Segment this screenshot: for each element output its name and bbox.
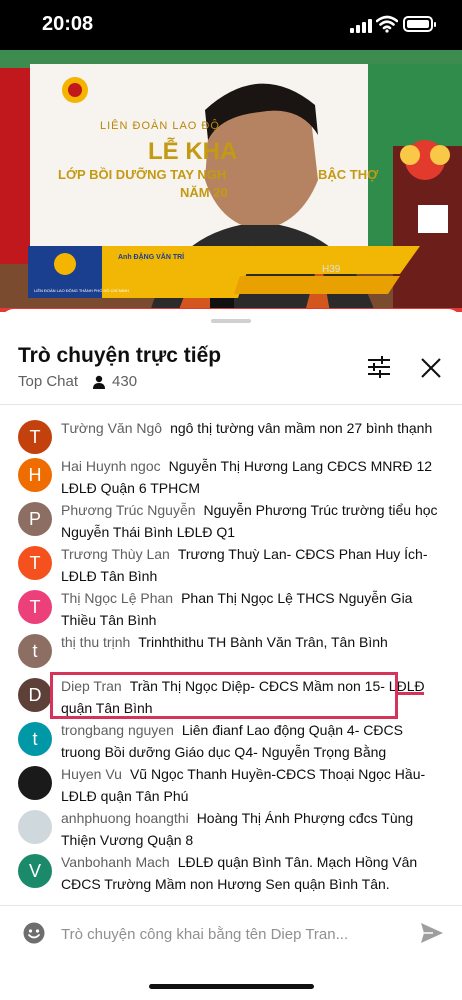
message-author[interactable]: Phương Trúc Nguyễn — [61, 502, 196, 518]
avatar[interactable]: T — [18, 590, 52, 624]
message-author[interactable]: Hai Huynh ngoc — [61, 458, 161, 474]
lower-third-name: Anh ĐẶNG VĂN TRÍ — [118, 254, 185, 261]
message-author[interactable]: Huyen Vu — [61, 766, 122, 782]
banner-subtitle-text: LỚP BỒI DƯỠNG TAY NGH — [58, 167, 227, 182]
message-author[interactable]: Tường Văn Ngô — [61, 420, 162, 436]
banner-title-text: LỄ KHA — [148, 138, 238, 165]
message-author[interactable]: trongbang nguyen — [61, 722, 174, 738]
banner-subtitle2-text: BẬC THỢ — [318, 167, 379, 182]
message-author[interactable]: Trương Thùy Lan — [61, 546, 170, 562]
avatar[interactable]: t — [18, 634, 52, 668]
send-icon[interactable] — [420, 922, 444, 944]
message-author[interactable]: anhphuong hoangthi — [61, 810, 189, 826]
battery-icon — [403, 16, 436, 32]
video-tag: H39 — [322, 264, 341, 275]
avatar[interactable]: T — [18, 546, 52, 580]
message-body: Thị Ngọc Lệ Phan Phan Thị Ngọc Lệ THCS Ng… — [61, 587, 441, 631]
message-body: Vanbohanh Mach LĐLĐ quận Bình Tân. Mạch H… — [61, 851, 441, 895]
message-text: Trinhthithu TH Bành Văn Trân, Tân Bình — [138, 634, 388, 650]
avatar[interactable] — [18, 810, 52, 844]
avatar[interactable] — [18, 766, 52, 800]
avatar[interactable]: H — [18, 458, 52, 492]
avatar[interactable]: T — [18, 420, 52, 454]
chat-message-list[interactable]: T Tường Văn Ngô ngô thị tường vân mầm non … — [0, 405, 462, 903]
avatar[interactable]: D — [18, 678, 52, 712]
lower-third-org: LIÊN ĐOÀN LAO ĐỘNG THÀNH PHỐ HỒ CHÍ MINH — [34, 288, 129, 293]
chat-input[interactable] — [61, 922, 391, 946]
home-indicator[interactable] — [149, 984, 314, 989]
drag-handle[interactable] — [211, 319, 251, 323]
viewer-count: 430 — [112, 373, 138, 390]
filter-sliders-icon[interactable] — [366, 355, 392, 379]
message-author[interactable]: Vanbohanh Mach — [61, 854, 170, 870]
person-icon — [93, 375, 106, 389]
wifi-icon — [376, 15, 398, 33]
avatar[interactable]: t — [18, 722, 52, 756]
message-text: ngô thị tường vân mầm non 27 bình thạnh — [170, 420, 433, 436]
avatar[interactable]: P — [18, 502, 52, 536]
message-body: thị thu trịnh Trinhthithu TH Bành Văn Trâ… — [61, 631, 441, 653]
chat-title: Trò chuyện trực tiếp — [18, 344, 222, 367]
highlight-mark-annotation — [398, 692, 424, 695]
emoji-icon[interactable] — [23, 922, 45, 944]
status-time: 20:08 — [42, 13, 94, 35]
message-body: Huyen Vu Vũ Ngọc Thanh Huyền-CĐCS Thoại N… — [61, 763, 441, 807]
message-body: Tường Văn Ngô ngô thị tường vân mầm non 2… — [61, 417, 441, 439]
message-author[interactable]: Thị Ngọc Lệ Phan — [61, 590, 173, 606]
video-player[interactable]: LIÊN ĐOÀN LAO ĐỘ LỄ KHA LỚP BỒI DƯỠNG TA… — [0, 50, 462, 312]
message-body: anhphuong hoangthi Hoàng Thị Ánh Phượng c… — [61, 807, 441, 851]
close-icon[interactable] — [418, 355, 444, 381]
avatar[interactable]: V — [18, 854, 52, 888]
message-body: Trương Thùy Lan Trương Thuỳ Lan- CĐCS Pha… — [61, 543, 441, 587]
message-author[interactable]: thị thu trịnh — [61, 634, 130, 650]
status-bar: 20:08 — [0, 0, 462, 50]
banner-org-text: LIÊN ĐOÀN LAO ĐỘ — [100, 120, 220, 132]
cellular-signal-icon — [350, 18, 372, 33]
message-body: trongbang nguyen Liên đianf Lao động Quận… — [61, 719, 441, 763]
message-body: Hai Huynh ngoc Nguyễn Thị Hương Lang CĐCS… — [61, 455, 441, 499]
highlight-box-annotation — [50, 672, 398, 719]
chat-mode-label: Top Chat — [18, 373, 79, 390]
message-body: Phương Trúc Nguyễn Nguyễn Phương Trúc trư… — [61, 499, 441, 543]
chat-mode-selector[interactable]: Top Chat 430 — [18, 373, 137, 390]
banner-year-text: NĂM 20 — [180, 185, 228, 200]
input-divider — [0, 905, 462, 906]
